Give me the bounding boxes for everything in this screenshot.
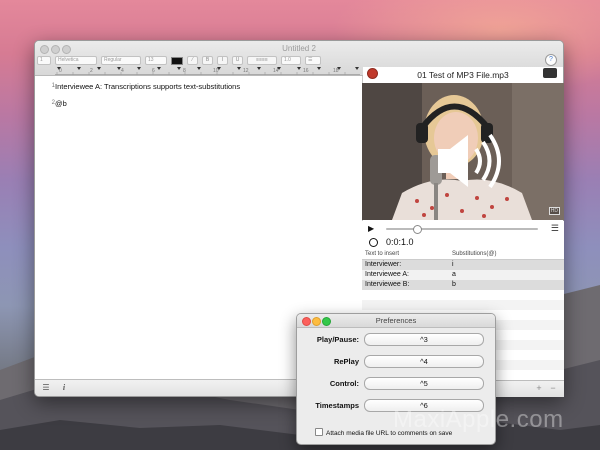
format-toolbar: 1 Helvetica Regular 13 ⁄ B I U ≡≡≡≡ 1.0 … xyxy=(37,56,321,65)
ruler-number: 12 xyxy=(243,68,249,74)
ruler-number: 8 xyxy=(183,68,186,74)
table-header: Text to insert Substitutions(@) xyxy=(362,250,564,260)
attach-url-checkbox[interactable] xyxy=(315,428,323,436)
italic-button[interactable]: I xyxy=(217,56,228,65)
watermark: MaxiApple.com xyxy=(393,406,564,433)
sliders-icon[interactable]: ☰ xyxy=(551,223,559,234)
alignment-buttons[interactable]: ≡≡≡≡ xyxy=(247,56,277,65)
ruler-number: 10 xyxy=(213,68,219,74)
hd-badge: HD xyxy=(548,207,560,215)
substitution-key: a xyxy=(452,271,456,278)
prefs-minimize-button[interactable] xyxy=(312,317,321,326)
current-time: 0:0:1.0 xyxy=(386,237,414,247)
paragraph-spacing-select[interactable]: 1 xyxy=(37,56,51,65)
empty-row xyxy=(362,290,564,300)
underline-button[interactable]: U xyxy=(232,56,243,65)
player-header: 01 Test of MP3 File.mp3 xyxy=(363,67,563,82)
substitution-text: Interviewer: xyxy=(365,261,402,268)
table-row[interactable]: Interviewer: i xyxy=(362,260,564,270)
help-button[interactable]: ? xyxy=(545,54,557,66)
line-spacing-select[interactable]: 1.0 xyxy=(281,56,301,65)
timestamps-label: Timestamps xyxy=(315,401,359,410)
remove-row-button[interactable]: − xyxy=(548,383,558,393)
ruler-number: 16 xyxy=(303,68,309,74)
substitution-key: i xyxy=(452,261,454,268)
replay-shortcut-field[interactable]: ^4 xyxy=(364,355,484,368)
ruler-ticks xyxy=(55,67,360,75)
play-pause-shortcut-field[interactable]: ^3 xyxy=(364,333,484,346)
list-icon[interactable]: ☰ xyxy=(41,383,51,393)
timer-row: 0:0:1.0 xyxy=(362,236,564,250)
video-preview[interactable]: HD xyxy=(362,83,564,220)
scrubber-knob[interactable] xyxy=(413,225,423,234)
line-number: 2 xyxy=(51,100,55,106)
ruler-number: 14 xyxy=(273,68,279,74)
ruler[interactable]: 0 2 4 6 8 10 12 14 16 18 xyxy=(55,67,360,75)
font-family-select[interactable]: Helvetica xyxy=(55,56,97,65)
column-header[interactable]: Text to insert xyxy=(365,251,399,257)
table-row[interactable]: Interviewee A: a xyxy=(362,270,564,280)
video-frame-illustration xyxy=(362,83,564,220)
substitution-key: b xyxy=(452,281,456,288)
column-header[interactable]: Substitutions(@) xyxy=(452,251,496,257)
ruler-number: 2 xyxy=(90,68,93,74)
replay-label: RePlay xyxy=(333,357,359,366)
play-pause-label: Play/Pause: xyxy=(316,335,359,344)
text-color-swatch[interactable] xyxy=(171,56,183,65)
control-label: Control: xyxy=(329,379,359,388)
ruler-number: 6 xyxy=(152,68,155,74)
substitution-text: Interviewee A: xyxy=(365,271,409,278)
bold-button[interactable]: B xyxy=(202,56,213,65)
line-text[interactable]: @b xyxy=(55,99,67,108)
control-shortcut-field[interactable]: ^5 xyxy=(364,377,484,390)
line-text[interactable]: Interviewee A: Transcriptions supports t… xyxy=(55,82,240,91)
window-title: Untitled 2 xyxy=(282,44,316,53)
info-icon[interactable]: i xyxy=(59,383,69,393)
highlight-color-icon[interactable]: ⁄ xyxy=(187,56,198,65)
add-row-button[interactable]: + xyxy=(534,383,544,393)
scrubber-track[interactable] xyxy=(386,225,538,234)
ruler-number: 18 xyxy=(333,68,339,74)
stopwatch-icon[interactable] xyxy=(369,238,378,247)
play-icon[interactable]: ▶ xyxy=(368,224,374,233)
folder-icon[interactable] xyxy=(543,68,557,78)
ruler-number: 4 xyxy=(121,68,124,74)
playback-controls: ▶ ☰ xyxy=(362,221,564,237)
table-row[interactable]: Interviewee B: b xyxy=(362,280,564,290)
substitution-text: Interviewee B: xyxy=(365,281,410,288)
font-size-select[interactable]: 13 xyxy=(145,56,167,65)
list-style-select[interactable]: ☰ xyxy=(305,56,321,65)
prefs-close-button[interactable] xyxy=(302,317,311,326)
media-file-title: 01 Test of MP3 File.mp3 xyxy=(417,70,509,80)
prefs-zoom-button[interactable] xyxy=(322,317,331,326)
line-number: 1 xyxy=(51,83,55,89)
font-style-select[interactable]: Regular xyxy=(101,56,141,65)
ruler-number: 0 xyxy=(59,68,62,74)
empty-row xyxy=(362,300,564,310)
